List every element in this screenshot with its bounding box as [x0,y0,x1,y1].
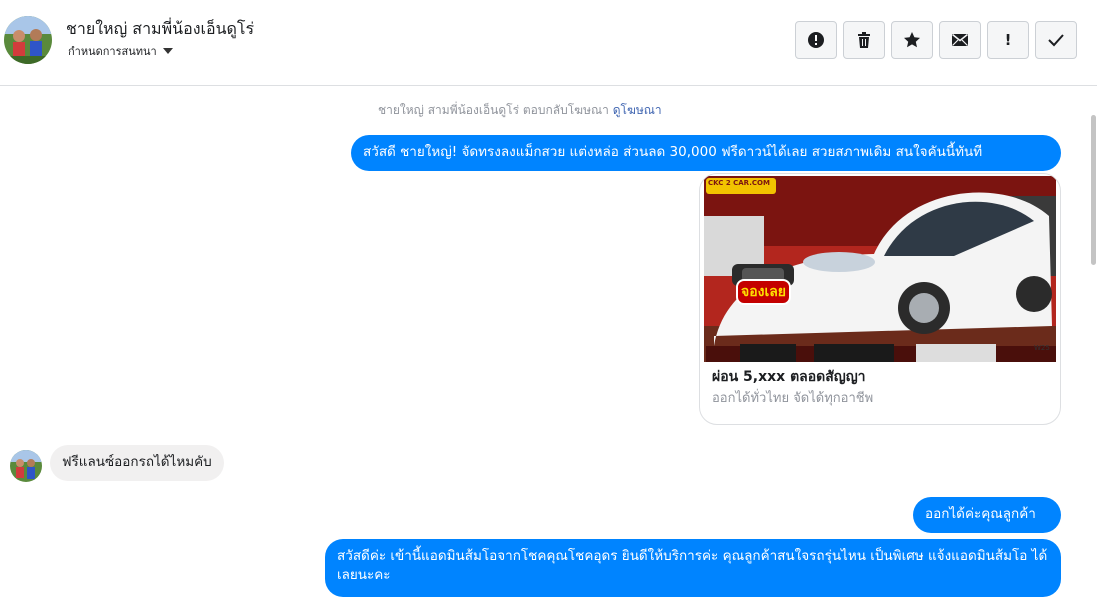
alert-circle-icon [808,32,824,48]
view-ad-link[interactable]: ดูโฆษณา [613,103,662,117]
ad-image: CKC 2 CAR.COM จองเลย W25 [704,176,1056,362]
exclamation-icon: ! [1004,31,1012,49]
message-text: สวัสดี ชายใหญ่! จัดทรงลงแม็กสวย แต่งหล่อ… [363,144,983,160]
mark-spam-button[interactable]: ! [987,21,1029,59]
report-button[interactable] [795,21,837,59]
ad-reply-note: ชายใหญ่ สามพี่น้องเอ็นดูโร่ ตอบกลับโฆษณา… [378,101,662,120]
conversation-toolbar: ! [795,21,1077,59]
message-thread[interactable]: ชายใหญ่ สามพี่น้องเอ็นดูโร่ ตอบกลับโฆษณา… [0,87,1090,599]
star-icon [904,32,920,48]
star-button[interactable] [891,21,933,59]
trash-icon [858,32,870,48]
contact-avatar-small[interactable] [10,450,42,482]
ad-card-title: ผ่อน 5,xxx ตลอดสัญญา [712,369,866,385]
thread-scrollbar-thumb[interactable] [1091,115,1096,265]
conversation-settings-dropdown[interactable]: กำหนดการสนทนา [68,42,173,60]
message-text: ออกได้ค่ะคุณลูกค้า [925,506,1036,522]
ad-image-code: W25 [1034,344,1050,352]
caret-down-icon [162,48,173,54]
message-bubble-outgoing[interactable]: สวัสดี ชายใหญ่! จัดทรงลงแม็กสวย แต่งหล่อ… [351,135,1061,171]
message-bubble-incoming[interactable]: ฟรีแลนซ์ออกรถได้ไหมคับ [50,445,224,481]
ad-card-subtitle: ออกได้ทั่วไทย จัดได้ทุกอาชีพ [712,391,874,406]
message-text: ฟรีแลนซ์ออกรถได้ไหมคับ [62,454,212,470]
ad-image-stamp: จองเลย [736,279,792,305]
ad-image-logo: CKC 2 CAR.COM [708,179,770,187]
message-bubble-outgoing[interactable]: ออกได้ค่ะคุณลูกค้า [913,497,1061,533]
ad-card[interactable]: CKC 2 CAR.COM จองเลย W25 ผ่อน 5,xxx ตลอด… [699,173,1061,425]
mark-unread-button[interactable] [939,21,981,59]
mark-done-button[interactable] [1035,21,1077,59]
contact-name: ชายใหญ่ สามพี่น้องเอ็นดูโร่ [66,19,255,38]
ad-reply-text: ชายใหญ่ สามพี่น้องเอ็นดูโร่ ตอบกลับโฆษณา [378,103,609,117]
mail-icon [952,33,968,46]
conversation-settings-label: กำหนดการสนทนา [68,45,157,58]
delete-button[interactable] [843,21,885,59]
message-bubble-outgoing[interactable]: สวัสดีค่ะ เข้านี้แอดมินส้มโอจากโชคคุณโชค… [325,539,1061,597]
message-text: สวัสดีค่ะ เข้านี้แอดมินส้มโอจากโชคคุณโชค… [337,548,1048,583]
contact-avatar[interactable] [4,16,52,64]
check-icon [1048,34,1064,47]
conversation-header: ชายใหญ่ สามพี่น้องเอ็นดูโร่ กำหนดการสนทน… [0,0,1097,86]
